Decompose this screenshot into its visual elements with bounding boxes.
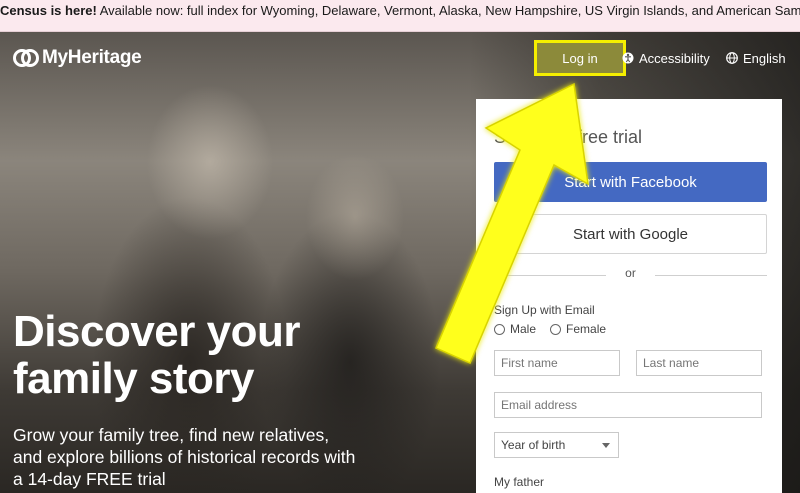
hero-headline: Discover your family story bbox=[13, 308, 433, 402]
year-of-birth-select[interactable]: Year of birth bbox=[494, 432, 619, 458]
subhead-line-3: a 14-day FREE trial bbox=[13, 469, 166, 489]
or-divider: or bbox=[494, 266, 767, 284]
signup-panel: Start your free trial Start with Faceboo… bbox=[476, 99, 782, 493]
hero-subhead: Grow your family tree, find new relative… bbox=[13, 424, 413, 490]
logo-text: MyHeritage bbox=[42, 47, 142, 68]
myheritage-logo[interactable]: MyHeritage bbox=[13, 46, 142, 70]
banner-bold-text: Census is here! bbox=[0, 3, 97, 18]
year-of-birth-value: Year of birth bbox=[501, 438, 566, 452]
divider-line-right bbox=[655, 275, 767, 276]
headline-line-2: family story bbox=[13, 354, 254, 403]
logo-icon bbox=[13, 49, 39, 67]
accessibility-icon bbox=[622, 52, 634, 64]
language-selector[interactable]: English bbox=[726, 49, 786, 67]
or-text: or bbox=[625, 266, 636, 280]
email-signup-label: Sign Up with Email bbox=[494, 303, 595, 317]
female-label: Female bbox=[566, 322, 607, 336]
headline-line-1: Discover your bbox=[13, 307, 300, 356]
male-radio[interactable] bbox=[494, 323, 505, 335]
login-button[interactable]: Log in bbox=[534, 40, 626, 76]
language-label: English bbox=[743, 50, 786, 66]
first-name-input[interactable] bbox=[494, 350, 620, 376]
banner-text: Available now: full index for Wyoming, D… bbox=[96, 3, 800, 18]
chevron-down-icon bbox=[602, 443, 610, 448]
female-radio[interactable] bbox=[550, 323, 562, 335]
announcement-banner: Census is here! Available now: full inde… bbox=[0, 0, 800, 32]
gender-selector: Male Female bbox=[494, 321, 620, 337]
email-input[interactable] bbox=[494, 392, 762, 418]
subhead-line-1: Grow your family tree, find new relative… bbox=[13, 425, 330, 445]
accessibility-label: Accessibility bbox=[639, 50, 710, 66]
globe-icon bbox=[726, 52, 738, 64]
subhead-line-2: and explore billions of historical recor… bbox=[13, 447, 356, 467]
signup-title: Start your free trial bbox=[494, 127, 643, 147]
my-father-label: My father bbox=[494, 475, 545, 489]
google-signup-button[interactable]: Start with Google bbox=[494, 214, 767, 254]
last-name-input[interactable] bbox=[636, 350, 762, 376]
male-label: Male bbox=[510, 322, 537, 336]
accessibility-link[interactable]: Accessibility bbox=[622, 49, 710, 67]
facebook-signup-button[interactable]: Start with Facebook bbox=[494, 162, 767, 202]
